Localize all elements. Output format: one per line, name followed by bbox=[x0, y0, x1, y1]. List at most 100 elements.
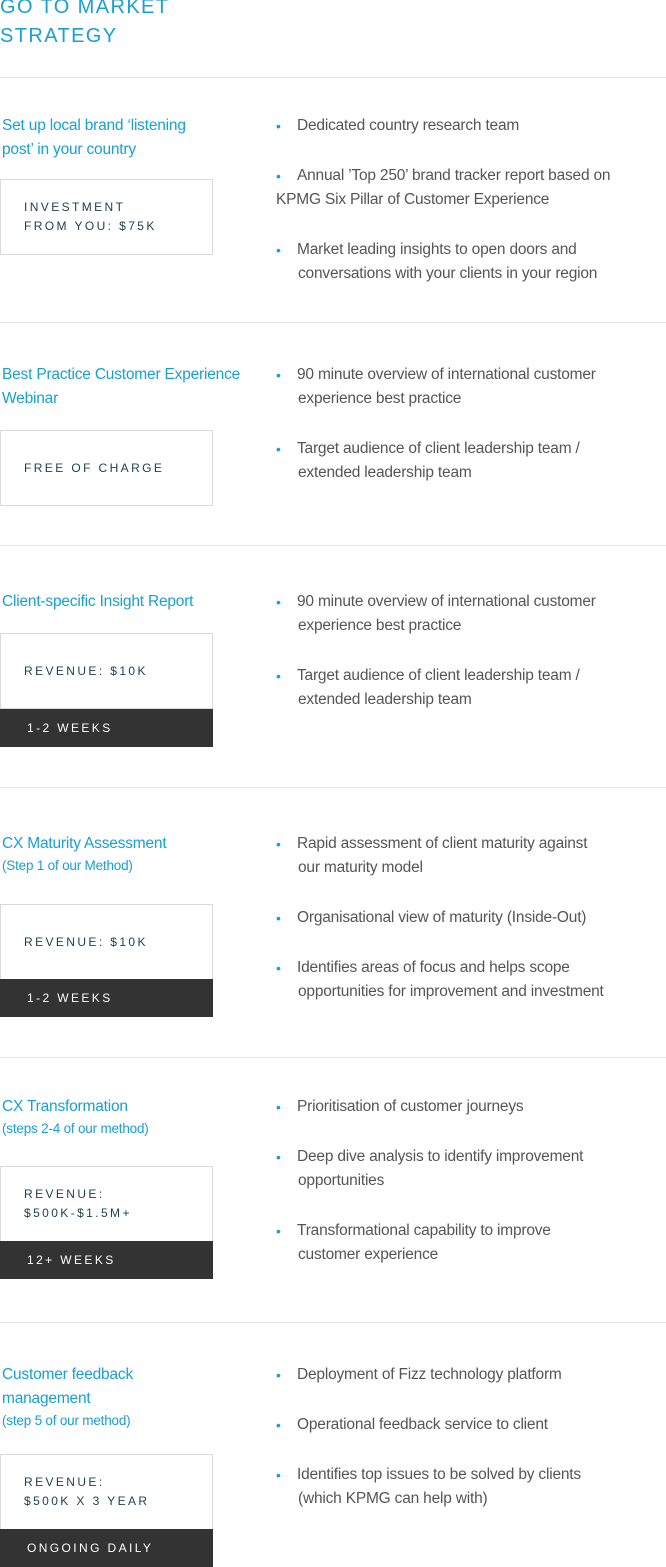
revenue-value: $500K X 3 YEAR bbox=[24, 1494, 150, 1508]
offering-heading-line: Set up local brand ‘listening bbox=[2, 117, 186, 134]
section-divider bbox=[0, 77, 666, 78]
offering-subheading: (Step 1 of our Method) bbox=[2, 858, 133, 873]
feature-text: Deployment of Fizz technology platform bbox=[297, 1366, 562, 1383]
feature-text: Deep dive analysis to identify improveme… bbox=[297, 1148, 584, 1165]
feature-text: 90 minute overview of international cust… bbox=[297, 593, 596, 610]
duration-label: 1-2 WEEKS bbox=[27, 721, 113, 735]
feature-item: • Annual ’Top 250’ brand tracker report … bbox=[276, 164, 661, 212]
feature-text: Operational feedback service to client bbox=[297, 1416, 548, 1433]
feature-text: Transformational capability to improve bbox=[297, 1222, 551, 1239]
offering-heading: Customer feedback management (step 5 of … bbox=[2, 1363, 257, 1429]
revenue-label: REVENUE: $10K bbox=[24, 663, 148, 678]
feature-text: Organisational view of maturity (Inside-… bbox=[297, 909, 587, 926]
feature-text: customer experience bbox=[298, 1246, 439, 1263]
feature-item: • Prioritisation of customer journeys bbox=[276, 1095, 661, 1119]
section-divider bbox=[0, 545, 666, 546]
feature-text: extended leadership team bbox=[298, 464, 472, 481]
feature-item: • Deep dive analysis to identify improve… bbox=[276, 1145, 661, 1193]
revenue-value: $500K-$1.5M+ bbox=[24, 1206, 132, 1220]
feature-list: • 90 minute overview of international cu… bbox=[276, 590, 661, 738]
offering-heading: CX Transformation (steps 2-4 of our meth… bbox=[2, 1095, 257, 1137]
feature-item: • Identifies top issues to be solved by … bbox=[276, 1463, 661, 1511]
bullet-icon: • bbox=[276, 1099, 281, 1115]
feature-text: Target audience of client leadership tea… bbox=[297, 667, 580, 684]
page-title-line: STRATEGY bbox=[0, 25, 118, 47]
feature-item: • Market leading insights to open doors … bbox=[276, 238, 661, 286]
feature-text: Identifies top issues to be solved by cl… bbox=[297, 1466, 581, 1483]
bullet-icon: • bbox=[276, 1417, 281, 1433]
offering-heading: Client-specific Insight Report bbox=[2, 590, 257, 614]
investment-box: INVESTMENT FROM YOU: $75K bbox=[0, 179, 213, 255]
feature-list: • Rapid assessment of client maturity ag… bbox=[276, 832, 661, 1030]
page-title-line: GO TO MARKET bbox=[0, 0, 170, 18]
feature-item: • 90 minute overview of international cu… bbox=[276, 363, 661, 411]
duration-label: 1-2 WEEKS bbox=[27, 991, 113, 1005]
bullet-icon: • bbox=[276, 594, 281, 610]
offering-subheading: (step 5 of our method) bbox=[2, 1413, 131, 1428]
revenue-box: REVENUE: $10K bbox=[0, 904, 213, 980]
offering-subheading: (steps 2-4 of our method) bbox=[2, 1121, 149, 1136]
feature-item: • Identifies areas of focus and helps sc… bbox=[276, 956, 661, 1004]
page-title: GO TO MARKET STRATEGY bbox=[0, 0, 169, 51]
feature-item: • Rapid assessment of client maturity ag… bbox=[276, 832, 661, 880]
feature-text: Dedicated country research team bbox=[297, 117, 520, 134]
revenue-box: REVENUE: $10K bbox=[0, 633, 213, 709]
offering-heading: Set up local brand ‘listening post’ in y… bbox=[2, 114, 257, 162]
bullet-icon: • bbox=[276, 1367, 281, 1383]
feature-text: opportunities for improvement and invest… bbox=[298, 983, 604, 1000]
feature-text: Market leading insights to open doors an… bbox=[297, 241, 577, 258]
feature-item: • Target audience of client leadership t… bbox=[276, 664, 661, 712]
feature-text: our maturity model bbox=[298, 859, 423, 876]
feature-text: Prioritisation of customer journeys bbox=[297, 1098, 524, 1115]
feature-text: Annual ’Top 250’ brand tracker report ba… bbox=[297, 167, 611, 184]
bullet-icon: • bbox=[276, 1467, 281, 1483]
offering-heading: Best Practice Customer Experience Webina… bbox=[2, 363, 257, 411]
offering-heading-line: CX Transformation bbox=[2, 1098, 128, 1115]
revenue-box: REVENUE: $500K-$1.5M+ bbox=[0, 1166, 213, 1242]
revenue-label: REVENUE: bbox=[24, 1187, 105, 1201]
section-divider bbox=[0, 1057, 666, 1058]
investment-label: INVESTMENT bbox=[24, 200, 126, 214]
feature-text: Target audience of client leadership tea… bbox=[297, 440, 580, 457]
bullet-icon: • bbox=[276, 367, 281, 383]
feature-item: • Operational feedback service to client bbox=[276, 1413, 661, 1437]
revenue-box: REVENUE: $500K X 3 YEAR bbox=[0, 1454, 213, 1530]
feature-text: (which KPMG can help with) bbox=[298, 1490, 488, 1507]
feature-item: • Target audience of client leadership t… bbox=[276, 437, 661, 485]
bullet-icon: • bbox=[276, 1223, 281, 1239]
feature-text: conversations with your clients in your … bbox=[298, 265, 598, 282]
feature-item: • Dedicated country research team bbox=[276, 114, 661, 138]
feature-text: Rapid assessment of client maturity agai… bbox=[297, 835, 588, 852]
feature-text: experience best practice bbox=[298, 390, 462, 407]
bullet-icon: • bbox=[276, 242, 281, 258]
price-box: FREE OF CHARGE bbox=[0, 430, 213, 506]
feature-text: 90 minute overview of international cust… bbox=[297, 366, 596, 383]
offering-heading-line: CX Maturity Assessment bbox=[2, 835, 167, 852]
duration-label: 12+ WEEKS bbox=[27, 1253, 116, 1267]
offering-heading-line: management bbox=[2, 1390, 91, 1407]
section-divider bbox=[0, 322, 666, 323]
feature-text: opportunities bbox=[298, 1172, 385, 1189]
feature-text: extended leadership team bbox=[298, 691, 472, 708]
price-label: FREE OF CHARGE bbox=[24, 460, 165, 475]
feature-text: Identifies areas of focus and helps scop… bbox=[297, 959, 570, 976]
duration-label: ONGOING DAILY bbox=[27, 1541, 154, 1555]
revenue-label: REVENUE: $10K bbox=[24, 934, 148, 949]
revenue-label: REVENUE: bbox=[24, 1475, 105, 1489]
investment-value: FROM YOU: $75K bbox=[24, 219, 157, 233]
offering-heading-line: post’ in your country bbox=[2, 141, 136, 158]
section-divider bbox=[0, 1322, 666, 1323]
offering-heading-line: Client-specific Insight Report bbox=[2, 593, 194, 610]
offering-heading-line: Best Practice Customer Experience bbox=[2, 366, 241, 383]
feature-item: • Organisational view of maturity (Insid… bbox=[276, 906, 661, 930]
feature-item: • 90 minute overview of international cu… bbox=[276, 590, 661, 638]
offering-heading-line: Customer feedback bbox=[2, 1366, 133, 1383]
section-divider bbox=[0, 787, 666, 788]
feature-text: experience best practice bbox=[298, 617, 462, 634]
duration-bar: ONGOING DAILY bbox=[0, 1529, 213, 1567]
bullet-icon: • bbox=[276, 836, 281, 852]
feature-text: KPMG Six Pillar of Customer Experience bbox=[276, 191, 550, 208]
bullet-icon: • bbox=[276, 168, 281, 184]
feature-list: • Dedicated country research team • Annu… bbox=[276, 114, 661, 312]
bullet-icon: • bbox=[276, 118, 281, 134]
